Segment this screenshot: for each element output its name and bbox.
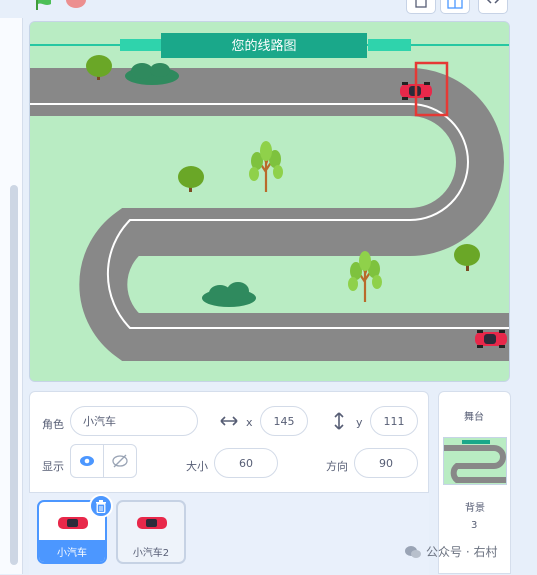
show-hidden-button[interactable] — [103, 444, 137, 478]
backdrop-thumbnail[interactable] — [443, 437, 507, 485]
fullscreen-icon — [486, 0, 500, 4]
sprite-name-input[interactable]: 小汽车 — [70, 406, 198, 436]
watermark: 公众号 · 右村 — [404, 543, 497, 560]
sprite-tile-2[interactable]: 小汽车2 — [116, 500, 186, 564]
size-label: 大小 — [186, 460, 208, 473]
eye-icon — [80, 456, 94, 466]
y-arrows-icon — [334, 412, 344, 430]
delete-sprite-button[interactable] — [89, 494, 113, 518]
wechat-icon — [405, 545, 421, 558]
x-label: x — [246, 416, 253, 429]
car-thumbnail-icon — [58, 517, 88, 529]
direction-input[interactable]: 90 — [354, 448, 418, 478]
sprite-tile-1-label: 小汽车 — [39, 540, 105, 562]
fullscreen-button[interactable] — [478, 0, 508, 14]
show-visible-button[interactable] — [70, 444, 104, 478]
backdrop-label: 背景 — [465, 503, 485, 514]
banner-left-tab — [120, 39, 163, 51]
backdrop-count: 3 — [471, 520, 478, 531]
stage-panel-title: 舞台 — [464, 412, 484, 423]
watermark-text: 公众号 · 右村 — [426, 545, 498, 559]
sprite-name-label: 角色 — [42, 418, 64, 431]
small-stage-icon — [415, 0, 427, 8]
y-label: y — [356, 416, 363, 429]
backdrop-thumbnail-image — [444, 438, 506, 484]
banner-right-tab — [368, 39, 411, 51]
car-thumbnail-icon — [137, 517, 167, 529]
eye-slash-icon — [112, 454, 128, 468]
green-flag-icon[interactable] — [34, 0, 54, 10]
stage-scene: 您的线路图 — [30, 22, 509, 381]
car-sprite-2 — [475, 330, 507, 348]
stage-canvas[interactable]: 您的线路图 — [29, 21, 510, 382]
small-stage-button[interactable] — [406, 0, 436, 14]
banner-title: 您的线路图 — [231, 38, 296, 54]
y-input[interactable]: 111 — [370, 406, 418, 436]
x-input[interactable]: 145 — [260, 406, 308, 436]
show-label: 显示 — [42, 460, 64, 473]
large-stage-button[interactable] — [440, 0, 470, 14]
large-stage-icon — [447, 0, 463, 9]
direction-label: 方向 — [326, 460, 348, 473]
x-arrows-icon — [220, 416, 238, 426]
scrollbar[interactable] — [10, 185, 18, 565]
size-input[interactable]: 60 — [214, 448, 278, 478]
trash-icon — [96, 499, 106, 513]
sprite-tile-2-label: 小汽车2 — [132, 548, 170, 559]
